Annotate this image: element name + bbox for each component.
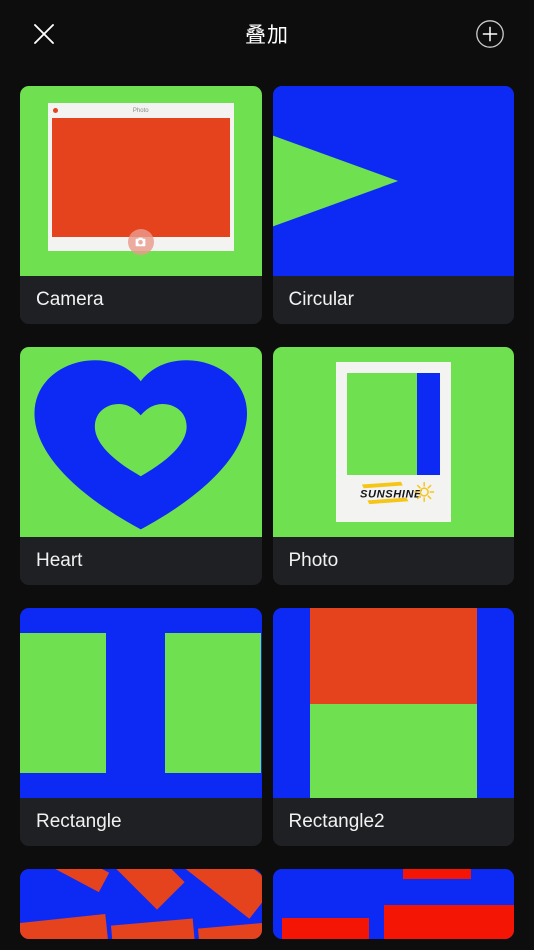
- overlay-card-rectangle[interactable]: Rectangle: [20, 608, 262, 846]
- block-shape: [383, 905, 514, 939]
- rectangle2-thumbnail: [272, 608, 514, 798]
- header-bar: 叠加: [0, 0, 534, 68]
- overlay-card-circular[interactable]: Circular: [272, 86, 514, 324]
- camera-thumbnail: Photo: [20, 86, 262, 276]
- plus-circle-icon: [476, 20, 504, 48]
- window-titlebar: Photo: [48, 103, 234, 118]
- overlay-grid: Photo Camera Circular Heart SUNSHINE Pho…: [0, 68, 534, 846]
- card-label: Heart: [20, 537, 262, 585]
- overlay-card-heart[interactable]: Heart: [20, 347, 262, 585]
- block-shape: [282, 918, 370, 939]
- sun-doodle-icon: [414, 482, 435, 503]
- overlay-card-partial-right[interactable]: [272, 869, 514, 939]
- rectangle2-block-bottom: [309, 703, 477, 798]
- confetti-thumbnail: [20, 869, 262, 939]
- rectangle-thumbnail: [20, 608, 262, 798]
- confetti-shape: [20, 914, 109, 939]
- overlay-grid-next-row: [0, 869, 534, 939]
- confetti-shape: [197, 921, 262, 939]
- confetti-shape: [51, 869, 110, 893]
- sunshine-handwriting: SUNSHINE: [360, 481, 435, 505]
- card-label: Rectangle2: [272, 798, 514, 846]
- photo-thumbnail: SUNSHINE: [272, 347, 514, 537]
- card-label: Circular: [272, 276, 514, 324]
- overlay-card-camera[interactable]: Photo Camera: [20, 86, 262, 324]
- circular-thumbnail: [272, 86, 514, 276]
- rectangle2-block-top: [309, 608, 477, 704]
- add-button[interactable]: [466, 10, 514, 58]
- card-label: Photo: [272, 537, 514, 585]
- confetti-shape: [111, 869, 185, 910]
- polaroid-frame: SUNSHINE: [336, 362, 452, 522]
- polaroid-image: [347, 373, 441, 476]
- overlay-card-rectangle2[interactable]: Rectangle2: [272, 608, 514, 846]
- blocks-thumbnail: [272, 869, 514, 939]
- camera-icon: [127, 229, 154, 256]
- block-shape: [402, 869, 471, 879]
- heart-icon: [34, 360, 248, 530]
- confetti-shape: [110, 918, 195, 939]
- rectangle-bar-right: [164, 632, 262, 774]
- page-title: 叠加: [245, 24, 289, 47]
- polaroid-caption: SUNSHINE: [347, 475, 440, 511]
- window-title: Photo: [132, 107, 149, 114]
- overlay-card-partial-left[interactable]: [20, 869, 262, 939]
- overlay-card-photo[interactable]: SUNSHINE Photo: [272, 347, 514, 585]
- close-button[interactable]: [20, 10, 68, 58]
- window-canvas: [51, 118, 230, 238]
- polaroid-image-blue: [417, 373, 441, 476]
- polaroid-image-green: [347, 373, 418, 476]
- heart-thumbnail: [20, 347, 262, 537]
- svg-text:SUNSHINE: SUNSHINE: [360, 489, 422, 501]
- confetti-shape: [184, 869, 262, 920]
- card-label: Rectangle: [20, 798, 262, 846]
- close-x-icon: [34, 24, 54, 44]
- card-label: Camera: [20, 276, 262, 324]
- overlay-picker-screen: 叠加 Photo Camera Circular Heart SUNSHINE …: [0, 0, 534, 950]
- rectangle-bar-left: [20, 632, 106, 774]
- window-close-dot: [52, 108, 58, 114]
- triangle-shape: [272, 135, 399, 227]
